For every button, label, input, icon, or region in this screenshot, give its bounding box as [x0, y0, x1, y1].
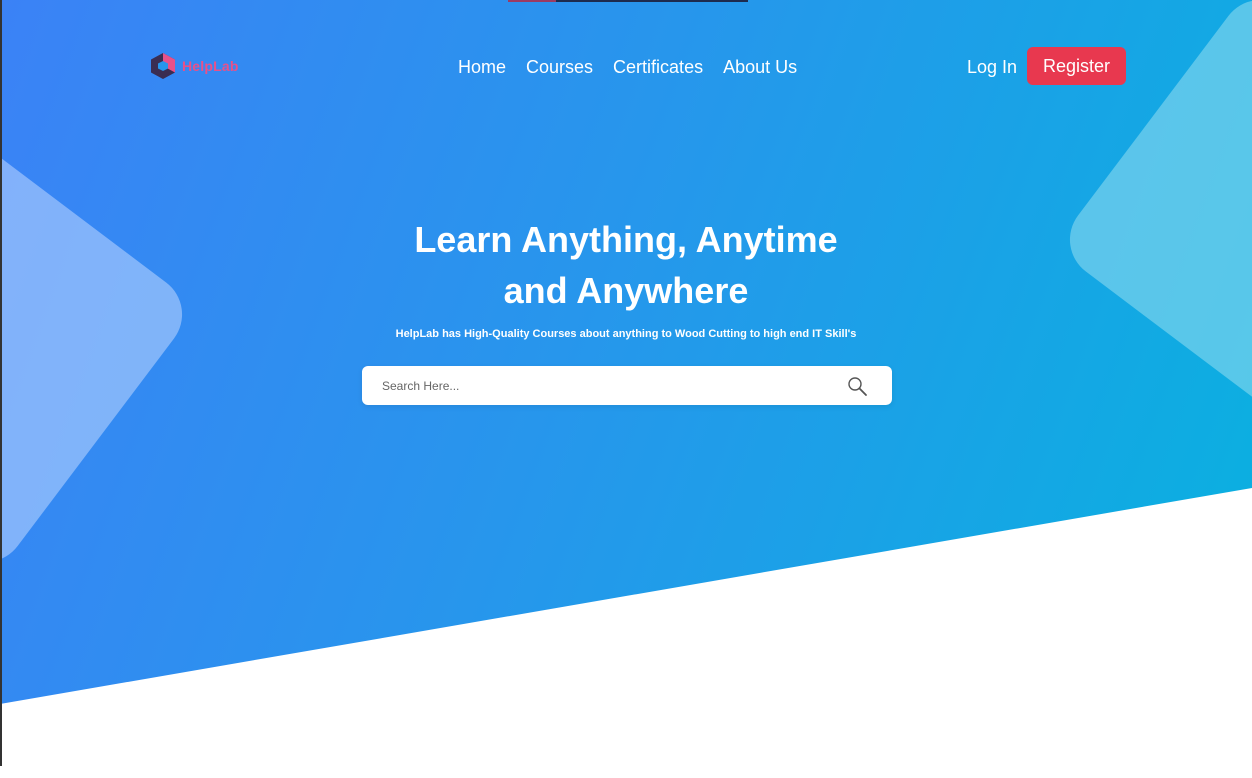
next-section-heading-cutoff [476, 748, 776, 778]
hexagon-logo-icon [150, 52, 176, 80]
main-navigation: Home Courses Certificates About Us [458, 55, 797, 79]
nav-item-about-us[interactable]: About Us [723, 55, 797, 79]
search-input[interactable] [362, 366, 842, 405]
search-button[interactable] [846, 375, 870, 399]
register-button[interactable]: Register [1027, 47, 1126, 85]
hero-subtitle: HelpLab has High-Quality Courses about a… [395, 328, 857, 340]
hero-title-line-1: Learn Anything, Anytime [414, 219, 838, 260]
window-left-border [0, 0, 2, 766]
nav-item-home[interactable]: Home [458, 55, 506, 79]
top-indicator-accent [508, 0, 556, 2]
brand-logo[interactable]: HelpLab [150, 52, 239, 80]
hero-title-line-2: and Anywhere [503, 270, 749, 311]
nav-item-courses[interactable]: Courses [526, 55, 593, 79]
search-bar [362, 366, 892, 405]
nav-item-certificates[interactable]: Certificates [613, 55, 703, 79]
login-link[interactable]: Log In [967, 55, 1017, 79]
hero-title: Learn Anything, Anytime and Anywhere [326, 214, 926, 316]
search-icon [846, 377, 870, 402]
brand-name: HelpLab [182, 58, 239, 74]
top-indicator-bar [556, 0, 748, 2]
